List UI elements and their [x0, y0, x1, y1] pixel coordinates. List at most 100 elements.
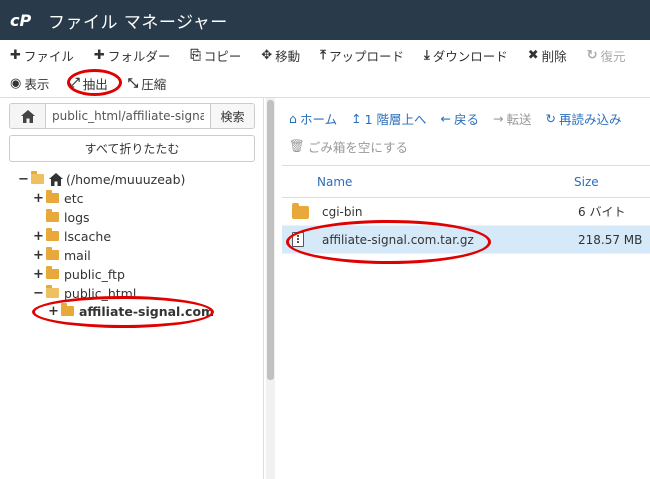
reload-nav-button[interactable]: ↻ 再読み込み — [539, 109, 629, 128]
trash-icon: 🗑 — [289, 138, 305, 153]
svg-text:cP: cP — [10, 11, 31, 29]
toolbar: ✚ ファイル ✚ フォルダー ⎘ コピー ✥ 移動 ⤒ アップロード ⤓ ダウンロード ✖ 削除 ↻ 復元 ◉… — [0, 40, 650, 98]
expand-toggle[interactable]: + — [48, 304, 59, 319]
scrollbar-thumb[interactable] — [267, 100, 274, 380]
toolbar-button-label: ファイル — [23, 48, 74, 64]
nav-button-label: ホーム — [299, 111, 338, 127]
home-button[interactable] — [10, 104, 46, 128]
folder-open-icon — [46, 285, 59, 298]
toolbar-row-2: ◉ 表示 ⤢ 抽出 ⤡ 圧縮 — [0, 70, 176, 96]
navigation-row: ⌂ ホーム ↥ 1 階層上へ ← 戻る → 転送 ↻ 再読み込み — [282, 106, 629, 130]
move-icon: ✥ — [261, 47, 273, 63]
tree-item-label: (/home/muuuzeab) — [66, 171, 186, 187]
toolbar-button-label: アップロード — [328, 48, 404, 64]
nav-button-label: 戻る — [453, 111, 479, 127]
upload-button[interactable]: ⤒ アップロード — [310, 43, 414, 67]
download-button[interactable]: ⤓ ダウンロード — [414, 43, 518, 67]
nav-button-label: 転送 — [506, 111, 532, 127]
home-nav-button[interactable]: ⌂ ホーム — [282, 109, 344, 128]
collapse-toggle[interactable]: − — [33, 286, 44, 301]
delete-button[interactable]: ✖ 削除 — [518, 43, 577, 67]
upload-icon: ⤒ — [320, 47, 326, 63]
column-header-size[interactable]: Size — [574, 175, 599, 189]
tree-item-label: etc — [64, 190, 84, 206]
tree-item-label: affiliate-signal.com — [79, 303, 215, 319]
tree-scrollbar[interactable] — [266, 98, 275, 479]
file-size: 6 バイト — [578, 205, 626, 219]
folder-icon — [292, 203, 309, 219]
file-icon-cell — [292, 232, 304, 250]
home-icon — [49, 172, 63, 186]
path-search-bar: 検索 — [9, 103, 255, 129]
back-arrow-icon: ← — [440, 110, 451, 126]
tree-item[interactable]: + public_ftp — [33, 265, 125, 283]
tree-item[interactable]: + affiliate-signal.com — [48, 302, 214, 320]
expand-toggle[interactable]: + — [33, 191, 44, 206]
tree-item[interactable]: − (/home/muuuzeab) — [18, 170, 185, 188]
toolbar-button-label: 移動 — [275, 48, 301, 64]
column-header-name[interactable]: Name — [317, 175, 352, 189]
empty-trash-label: ごみ箱を空にする — [307, 139, 409, 155]
collapse-all-button[interactable]: すべて折りたたむ — [9, 135, 255, 162]
toolbar-row-1: ✚ ファイル ✚ フォルダー ⎘ コピー ✥ 移動 ⤒ アップロード ⤓ ダウンロード ✖ 削除 ↻ 復元 — [0, 42, 636, 68]
toolbar-button-label: 削除 — [541, 48, 567, 64]
nav-button-label: 再読み込み — [558, 111, 622, 127]
plus-button[interactable]: ✚ ファイル — [0, 43, 84, 67]
move-button[interactable]: ✥ 移動 — [251, 43, 310, 67]
restore-button[interactable]: ↻ 復元 — [577, 43, 636, 67]
file-list-pane: ⌂ ホーム ↥ 1 階層上へ ← 戻る → 転送 ↻ 再読み込み 🗑 ごみ箱を空にする Name … — [282, 98, 650, 479]
compress-icon: ⤡ — [127, 75, 139, 91]
tree-item-label: public_ftp — [64, 266, 125, 282]
file-icon-cell — [292, 203, 309, 222]
delete-icon: ✖ — [527, 47, 539, 63]
table-row[interactable]: cgi-bin 6 バイト — [282, 198, 650, 226]
tree-item[interactable]: logs — [33, 208, 90, 226]
up-arrow-nav-button[interactable]: ↥ 1 階層上へ — [344, 109, 433, 128]
tree-item[interactable]: + lscache — [33, 227, 111, 245]
path-go-button[interactable]: 検索 — [210, 104, 254, 128]
tree-item[interactable]: + etc — [33, 189, 83, 207]
back-arrow-nav-button[interactable]: ← 戻る — [434, 109, 487, 128]
compress-button[interactable]: ⤡ 圧縮 — [118, 71, 176, 95]
toolbar-button-label: 表示 — [24, 76, 50, 92]
forward-arrow-nav-button[interactable]: → 転送 — [486, 109, 539, 128]
expand-toggle[interactable]: + — [33, 267, 44, 282]
folder-icon — [46, 266, 59, 279]
empty-trash-button[interactable]: 🗑 ごみ箱を空にする — [282, 137, 415, 156]
eye-button[interactable]: ◉ 表示 — [0, 71, 59, 95]
tree-item-label: public_html — [64, 285, 137, 301]
folder-icon — [46, 209, 59, 222]
toolbar-button-label: 復元 — [600, 48, 626, 64]
path-input[interactable] — [46, 104, 210, 128]
toolbar-button-label: コピー — [203, 48, 242, 64]
expand-toggle[interactable]: + — [33, 229, 44, 244]
file-name[interactable]: cgi-bin — [322, 205, 362, 219]
nav-button-label: 1 階層上へ — [364, 111, 427, 127]
copy-button[interactable]: ⎘ コピー — [180, 43, 251, 67]
tree-item[interactable]: + mail — [33, 246, 91, 264]
expand-toggle[interactable]: + — [33, 248, 44, 263]
toolbar-button-label: フォルダー — [107, 48, 171, 64]
tree-item-label: mail — [64, 247, 91, 263]
tree-item[interactable]: − public_html — [33, 284, 136, 302]
download-icon: ⤓ — [423, 47, 430, 63]
file-name[interactable]: affiliate-signal.com.tar.gz — [322, 233, 474, 247]
table-row[interactable]: affiliate-signal.com.tar.gz 218.57 MB — [282, 226, 650, 254]
plus-button[interactable]: ✚ フォルダー — [84, 43, 180, 67]
reload-icon: ↻ — [545, 110, 556, 126]
folder-icon — [46, 190, 59, 203]
home-icon — [20, 109, 35, 123]
folder-open-icon — [31, 171, 44, 184]
toolbar-button-label: ダウンロード — [432, 48, 508, 64]
extract-button[interactable]: ⤢ 抽出 — [59, 71, 117, 95]
file-rows: cgi-bin 6 バイト affiliate-signal.com.tar.gz 2… — [282, 198, 650, 254]
extract-icon: ⤢ — [69, 75, 80, 91]
collapse-toggle[interactable]: − — [18, 172, 29, 187]
title-bar: cP ファイル マネージャー — [0, 0, 650, 40]
directory-tree-pane: 検索 すべて折りたたむ − (/home/muuuzeab) + etc logs + ls… — [0, 98, 264, 479]
copy-icon: ⎘ — [190, 47, 201, 63]
file-table: Name Size cgi-bin 6 バイト affiliate-signal.c… — [282, 165, 650, 254]
toolbar-button-label: 抽出 — [82, 76, 108, 92]
folder-icon — [61, 303, 74, 316]
tree-item-label: logs — [64, 209, 90, 225]
